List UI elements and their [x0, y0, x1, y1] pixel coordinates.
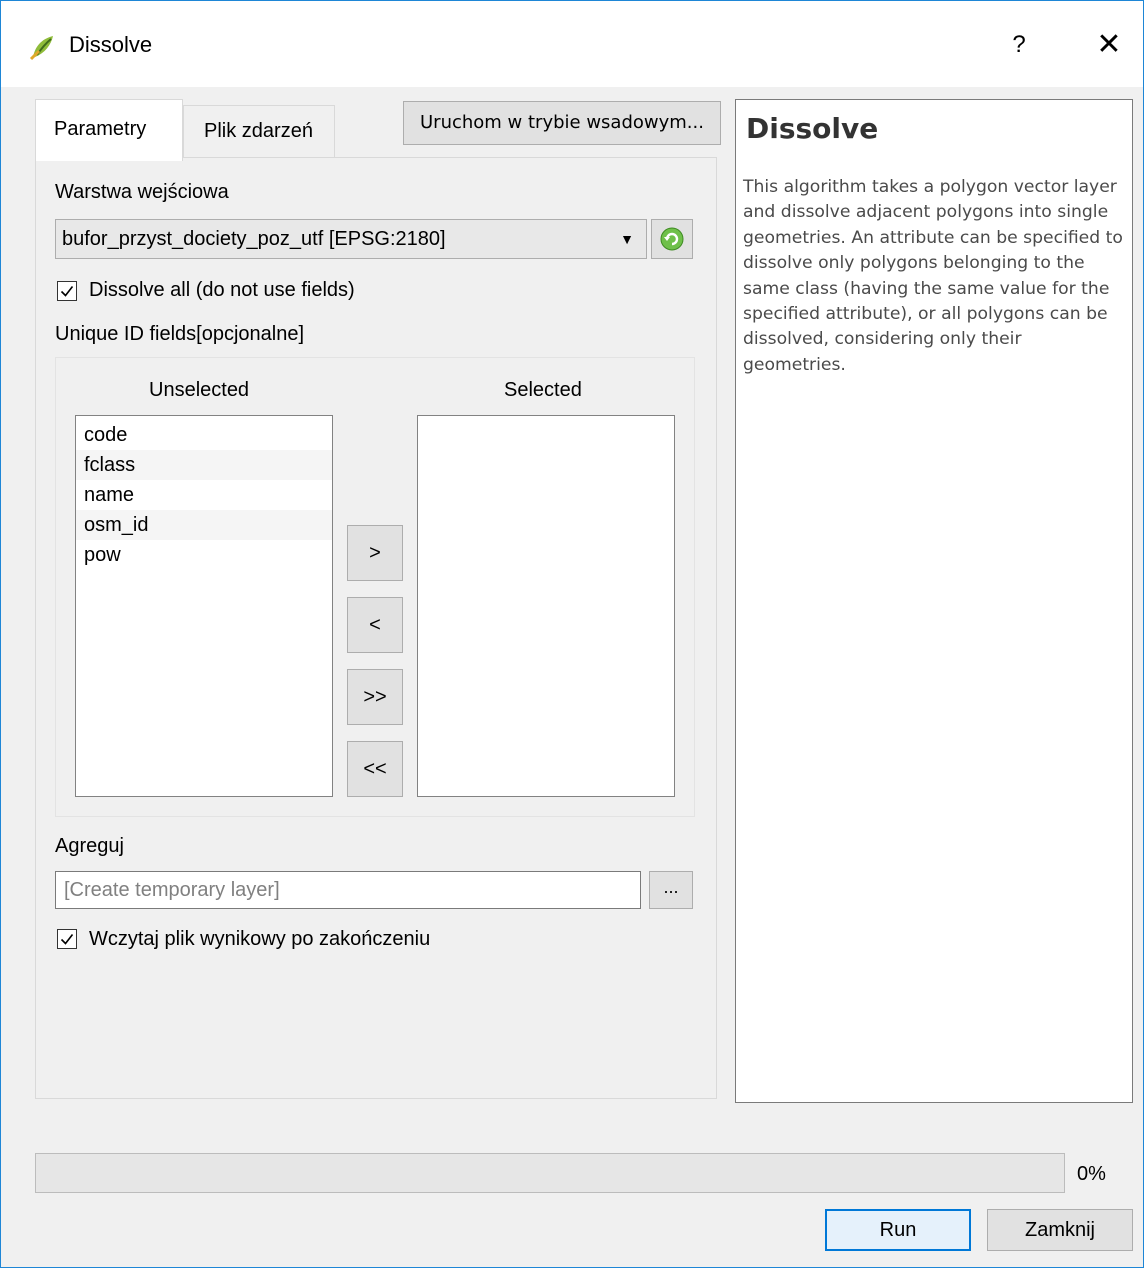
dissolve-all-checkbox[interactable]: [57, 281, 77, 301]
run-button[interactable]: Run: [825, 1209, 971, 1251]
selected-fields-list[interactable]: [417, 415, 675, 797]
list-item[interactable]: pow: [76, 540, 332, 570]
output-label: Agreguj: [55, 835, 124, 857]
qgis-icon: [29, 33, 57, 61]
load-result-label: Wczytaj plik wynikowy po zakończeniu: [89, 928, 431, 950]
unselected-fields-list[interactable]: code fclass name osm_id pow: [75, 415, 333, 797]
progress-percent: 0%: [1077, 1163, 1106, 1185]
list-item[interactable]: fclass: [76, 450, 332, 480]
progress-bar: [35, 1153, 1065, 1193]
tab-parametry[interactable]: Parametry: [35, 99, 183, 161]
selected-header: Selected: [504, 379, 582, 401]
batch-mode-button[interactable]: Uruchom w trybie wsadowym...: [403, 101, 721, 145]
window-title: Dissolve: [69, 32, 153, 57]
list-item[interactable]: code: [76, 420, 332, 450]
dissolve-all-label: Dissolve all (do not use fields): [89, 279, 355, 301]
input-layer-label: Warstwa wejściowa: [55, 181, 229, 203]
help-description: This algorithm takes a polygon vector la…: [743, 177, 1123, 375]
input-layer-value: bufor_przyst_dociety_poz_utf [EPSG:2180]: [62, 228, 446, 250]
browse-output-button[interactable]: ...: [649, 871, 693, 909]
input-layer-select[interactable]: bufor_przyst_dociety_poz_utf [EPSG:2180]…: [55, 219, 647, 259]
help-panel: Dissolve This algorithm takes a polygon …: [735, 99, 1133, 1103]
output-input[interactable]: [56, 872, 640, 908]
unselected-header: Unselected: [149, 379, 250, 401]
dissolve-dialog: Dissolve ? ✕ Parametry Plik zdarzeń Uruc…: [0, 0, 1144, 1268]
chevron-down-icon: ▼: [620, 231, 634, 247]
help-title: Dissolve: [746, 112, 879, 145]
unique-id-fields-label: Unique ID fields[opcjonalne]: [55, 323, 305, 345]
title-bar: Dissolve ? ✕: [1, 1, 1143, 87]
help-button[interactable]: ?: [1001, 25, 1037, 65]
list-item[interactable]: osm_id: [76, 510, 332, 540]
close-button[interactable]: Zamknij: [987, 1209, 1133, 1251]
iterate-layer-button[interactable]: [651, 219, 693, 259]
load-result-checkbox[interactable]: [57, 929, 77, 949]
list-item[interactable]: name: [76, 480, 332, 510]
tab-plik-zdarzen[interactable]: Plik zdarzeń: [183, 105, 335, 157]
add-all-fields-button[interactable]: >>: [347, 669, 403, 725]
remove-all-fields-button[interactable]: <<: [347, 741, 403, 797]
output-field[interactable]: [55, 871, 641, 909]
remove-field-button[interactable]: <: [347, 597, 403, 653]
close-window-button[interactable]: ✕: [1089, 23, 1129, 67]
add-field-button[interactable]: >: [347, 525, 403, 581]
